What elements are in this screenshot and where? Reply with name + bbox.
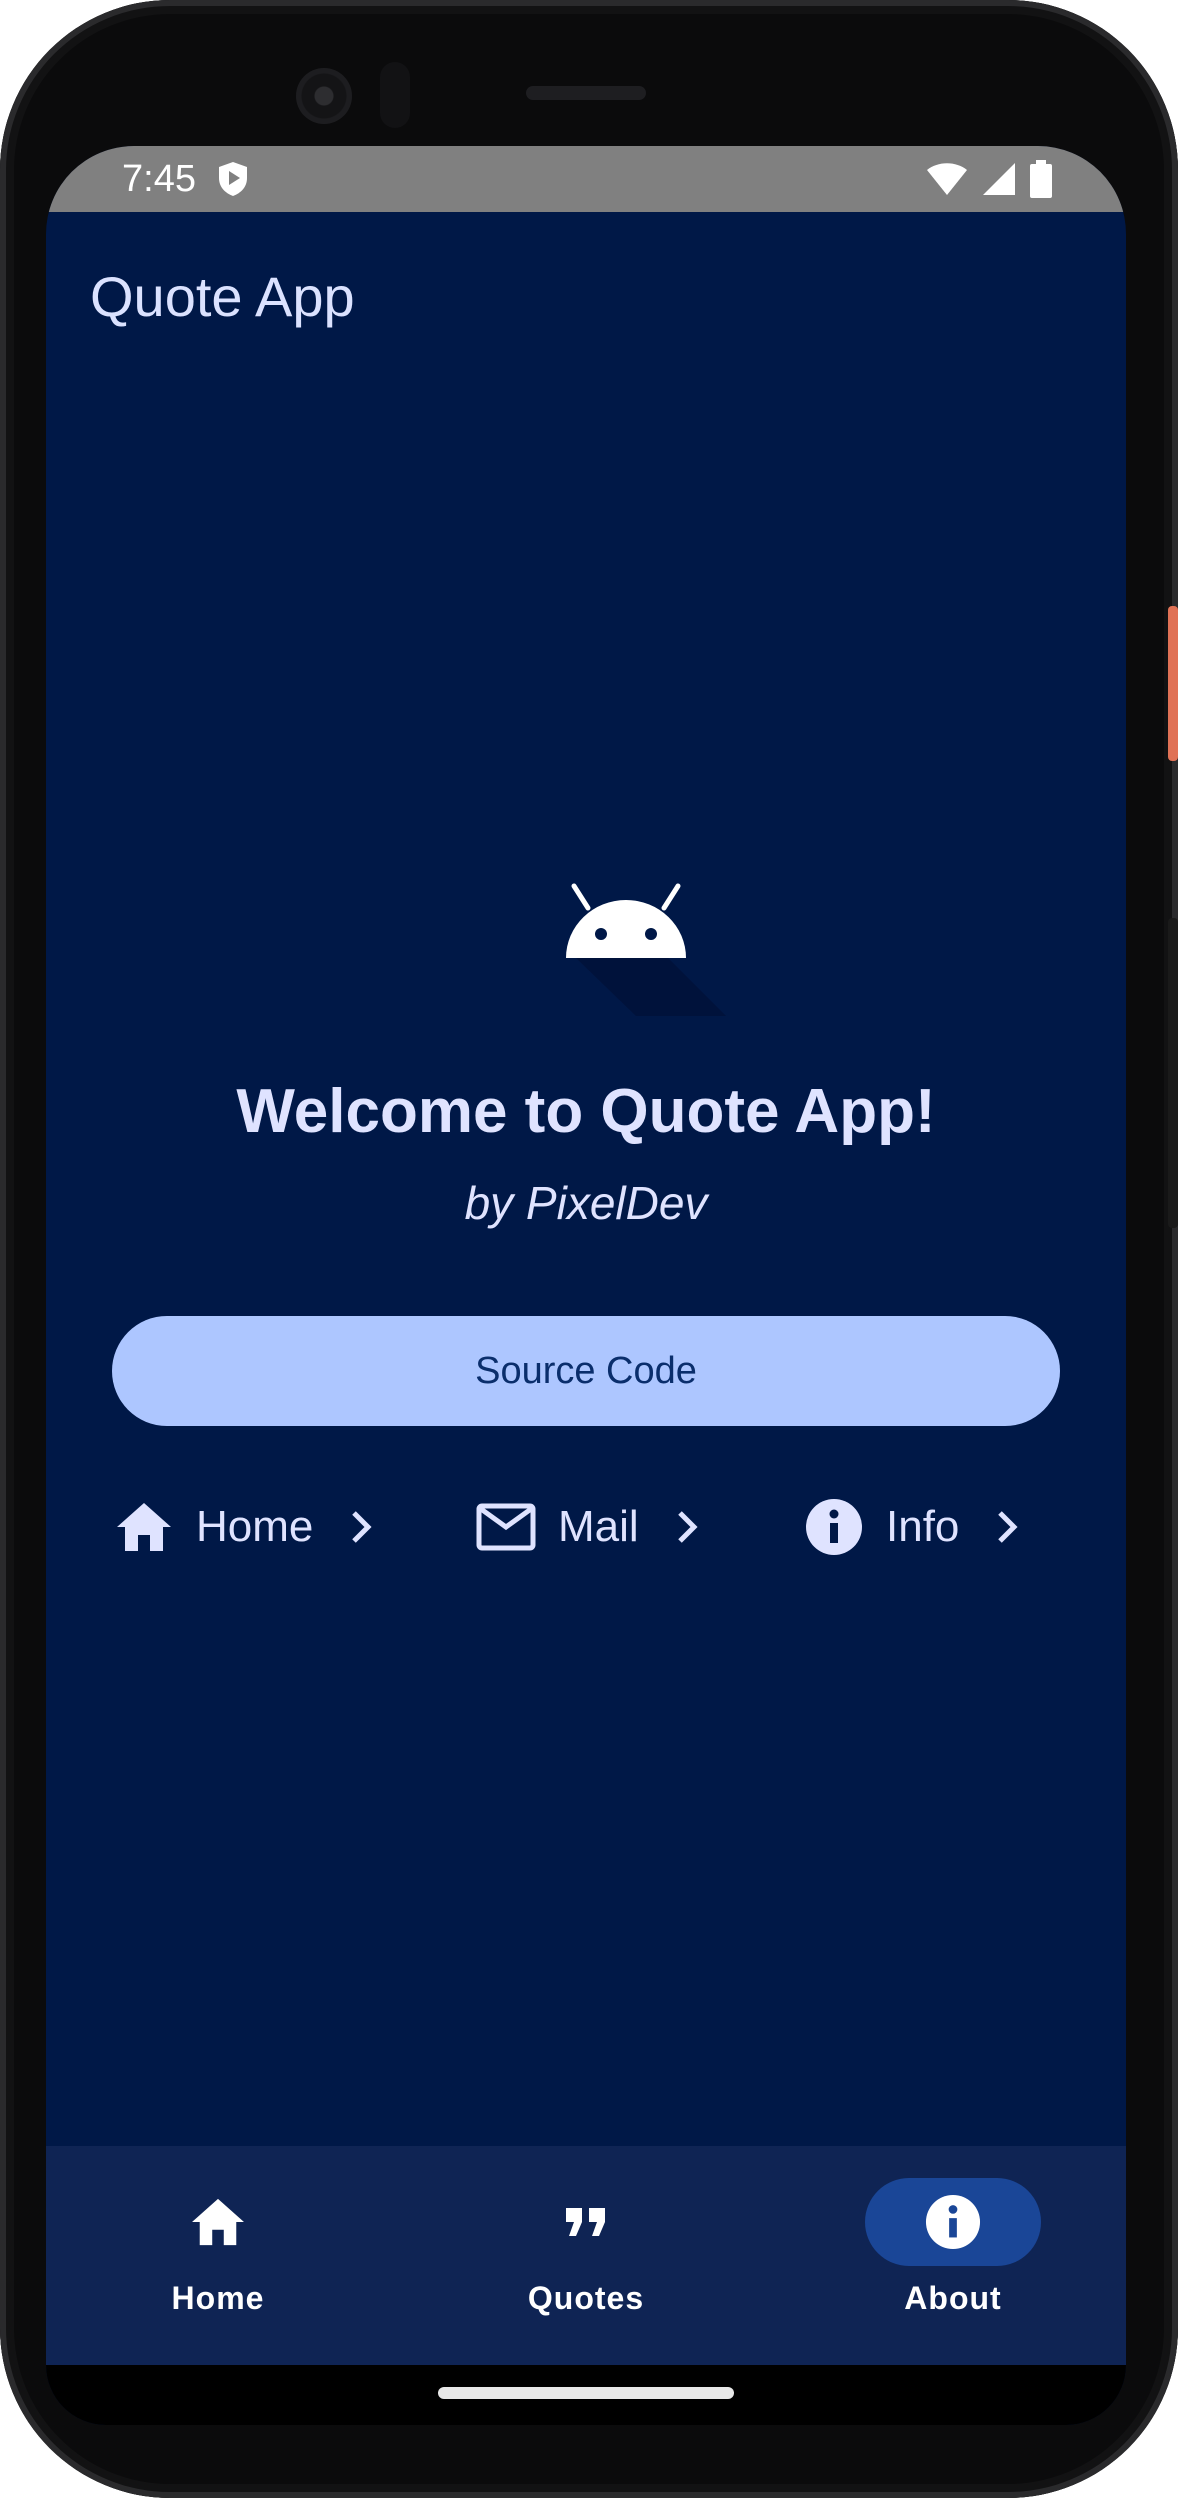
home-icon (112, 1495, 176, 1559)
nav-item-quotes[interactable]: Quotes (466, 2178, 706, 2338)
nav-label-about: About (904, 2280, 1002, 2316)
status-bar: 7:45 (46, 146, 1126, 212)
proximity-sensor (380, 62, 410, 128)
nav-label-home: Home (171, 2280, 265, 2316)
gesture-navigation-area (46, 2365, 1126, 2425)
wifi-icon (927, 163, 967, 195)
volume-rocker (1168, 918, 1178, 1228)
earpiece-speaker (526, 86, 646, 100)
front-camera (296, 68, 352, 124)
app-bar-title: Quote App (90, 265, 355, 328)
source-code-button[interactable]: Source Code (112, 1316, 1060, 1426)
nav-item-home[interactable]: Home (98, 2178, 338, 2338)
nav-label-quotes: Quotes (527, 2280, 645, 2316)
mail-link-label: Mail (558, 1502, 639, 1551)
info-link[interactable]: Info (802, 1482, 1027, 1572)
shield-play-icon (219, 162, 247, 196)
nav-indicator (130, 2178, 306, 2266)
nav-item-about[interactable]: About (833, 2178, 1073, 2338)
chevron-right-icon (998, 1511, 1018, 1543)
info-icon (925, 2194, 981, 2250)
chevron-right-icon (352, 1511, 372, 1543)
android-head-icon (566, 883, 726, 1016)
battery-icon (1030, 160, 1052, 198)
welcome-heading: Welcome to Quote App! (236, 1077, 936, 1146)
mail-icon (474, 1495, 538, 1559)
phone-frame: 7:45 Quote App Welcome to Quote App! by … (0, 0, 1178, 2498)
nav-active-indicator (865, 2178, 1041, 2266)
info-link-label: Info (886, 1502, 960, 1551)
status-time: 7:45 (122, 158, 196, 200)
power-button (1168, 606, 1178, 761)
home-link[interactable]: Home (112, 1482, 381, 1572)
author-byline: by PixelDev (464, 1177, 708, 1229)
info-icon (802, 1495, 866, 1559)
links-row: Home Mail Info (112, 1482, 1060, 1572)
status-icons (926, 160, 1052, 198)
gesture-handle[interactable] (438, 2387, 734, 2399)
format-quote-icon (566, 2208, 605, 2236)
screen: 7:45 Quote App Welcome to Quote App! by … (46, 146, 1126, 2425)
nav-indicator (498, 2178, 674, 2266)
chevron-right-icon (677, 1511, 698, 1543)
bottom-navigation: Home Quotes About (46, 2146, 1126, 2365)
home-icon (192, 2198, 244, 2246)
home-link-label: Home (196, 1502, 314, 1551)
mail-link[interactable]: Mail (474, 1482, 707, 1572)
signal-icon (983, 163, 1015, 195)
